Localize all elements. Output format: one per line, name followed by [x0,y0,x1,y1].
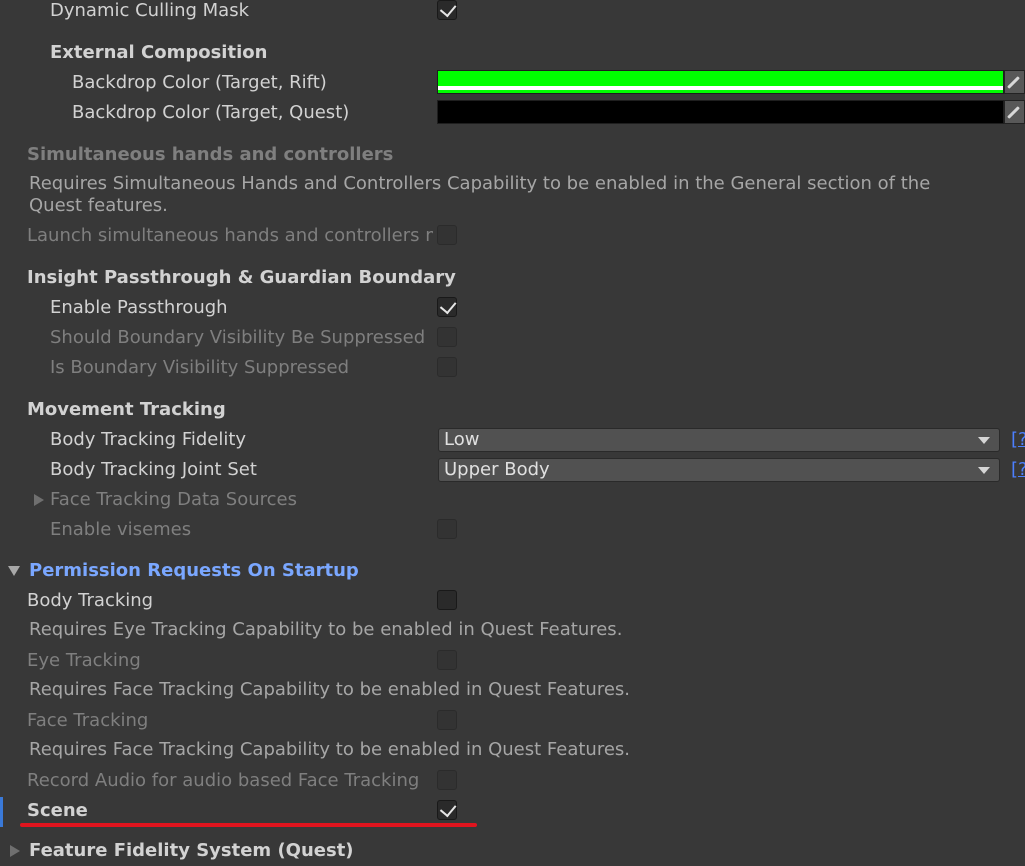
should-boundary-row: Should Boundary Visibility Be Suppressed [0,323,1025,353]
scene-label: Scene [27,800,88,821]
insight-header: Insight Passthrough & Guardian Boundary [0,263,1025,293]
should-boundary-checkbox[interactable] [437,327,457,347]
face-tracking-checkbox[interactable] [437,710,457,730]
eye-tracking-help-text: Requires Eye Tracking Capability to be e… [29,619,623,640]
enable-passthrough-label: Enable Passthrough [50,297,228,318]
body-joint-set-label: Body Tracking Joint Set [50,459,257,480]
body-joint-set-row: Body Tracking Joint Set Upper Body [? [0,455,1025,485]
movement-header: Movement Tracking [0,395,1025,425]
record-audio-label: Record Audio for audio based Face Tracki… [27,770,420,791]
insight-header-label: Insight Passthrough & Guardian Boundary [27,267,456,288]
foldout-arrow-right-icon[interactable] [10,845,20,857]
backdrop-rift-color-field[interactable] [437,70,1004,94]
enable-passthrough-row: Enable Passthrough [0,293,1025,323]
face-sources-label: Face Tracking Data Sources [50,489,297,510]
body-fidelity-row: Body Tracking Fidelity Low [? [0,425,1025,455]
backdrop-quest-label: Backdrop Color (Target, Quest) [72,102,350,123]
eyedropper-button[interactable] [1004,100,1025,124]
chevron-down-icon [978,467,990,474]
enable-visemes-checkbox[interactable] [437,519,457,539]
body-fidelity-dropdown[interactable]: Low [438,428,1000,452]
permission-header[interactable]: Permission Requests On Startup [0,556,1025,586]
is-boundary-label: Is Boundary Visibility Suppressed [50,357,349,378]
body-tracking-row: Body Tracking [0,586,1025,616]
body-fidelity-value: Low [444,429,480,450]
enable-passthrough-checkbox[interactable] [437,297,457,317]
body-joint-set-value: Upper Body [444,459,550,480]
backdrop-quest-color-field[interactable] [437,100,1004,124]
alpha-bar [438,86,1003,90]
annotation-underline [20,823,477,827]
record-audio-checkbox[interactable] [437,770,457,790]
permission-header-label: Permission Requests On Startup [29,560,359,581]
movement-header-label: Movement Tracking [27,399,226,420]
record-audio-help-text: Requires Face Tracking Capability to be … [29,739,631,760]
body-tracking-label: Body Tracking [27,590,154,611]
record-audio-row: Record Audio for audio based Face Tracki… [0,766,1025,796]
should-boundary-label: Should Boundary Visibility Be Suppressed [50,327,426,348]
enable-visemes-label: Enable visemes [50,519,192,540]
sim-hands-header: Simultaneous hands and controllers [0,140,1025,170]
eyedropper-button[interactable] [1004,70,1025,94]
foldout-arrow-right-icon[interactable] [34,494,44,506]
backdrop-rift-row: Backdrop Color (Target, Rift) [0,68,1025,98]
eyedropper-icon [1007,76,1020,89]
dynamic-culling-mask-row: Dynamic Culling Mask [0,0,1025,26]
backdrop-rift-label: Backdrop Color (Target, Rift) [72,72,327,93]
eye-tracking-checkbox[interactable] [437,650,457,670]
feature-fidelity-label: Feature Fidelity System (Quest) [29,840,354,861]
scene-checkbox[interactable] [437,800,457,820]
launch-sim-hands-checkbox[interactable] [437,225,457,245]
face-sources-row[interactable]: Face Tracking Data Sources [0,485,1025,515]
eye-tracking-row: Eye Tracking [0,646,1025,676]
is-boundary-checkbox[interactable] [437,357,457,377]
body-fidelity-label: Body Tracking Fidelity [50,429,247,450]
check-icon [439,800,457,818]
sim-hands-header-label: Simultaneous hands and controllers [27,144,394,165]
check-icon [439,0,457,18]
launch-sim-hands-label: Launch simultaneous hands and controller… [27,225,433,246]
launch-sim-hands-row: Launch simultaneous hands and controller… [0,221,1025,251]
sim-hands-help-text: Requires Simultaneous Hands and Controll… [29,173,931,216]
is-boundary-row: Is Boundary Visibility Suppressed [0,353,1025,383]
feature-fidelity-row[interactable]: Feature Fidelity System (Quest) [0,836,1025,866]
chevron-down-icon [978,437,990,444]
body-tracking-checkbox[interactable] [437,590,457,610]
face-tracking-row: Face Tracking [0,706,1025,736]
foldout-arrow-down-icon[interactable] [8,566,20,576]
dynamic-culling-mask-label: Dynamic Culling Mask [50,0,250,21]
backdrop-quest-row: Backdrop Color (Target, Quest) [0,98,1025,128]
eye-tracking-label: Eye Tracking [27,650,141,671]
face-tracking-help-text: Requires Face Tracking Capability to be … [29,679,631,700]
scene-row: Scene [0,796,1025,826]
enable-visemes-row: Enable visemes [0,515,1025,545]
help-link[interactable]: [? [1011,425,1025,455]
body-joint-set-dropdown[interactable]: Upper Body [438,458,1000,482]
help-link[interactable]: [? [1011,455,1025,485]
external-composition-header: External Composition [0,38,1025,68]
eyedropper-icon [1007,106,1020,119]
dynamic-culling-mask-checkbox[interactable] [437,0,457,20]
check-icon [439,297,457,315]
face-tracking-label: Face Tracking [27,710,149,731]
external-composition-label: External Composition [50,42,268,63]
